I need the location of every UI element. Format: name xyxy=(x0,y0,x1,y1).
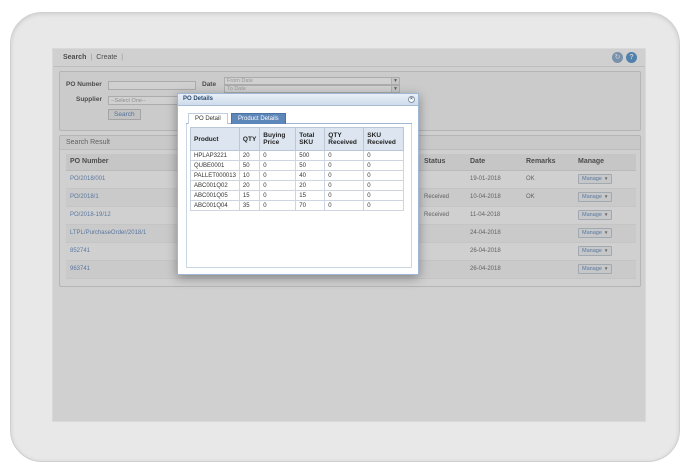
qty-cell: 15 xyxy=(238,190,261,201)
po-details-modal: PO Details × PO Detail Product Details P… xyxy=(177,93,419,275)
product-row: HPLAP3221 20 0 500 0 0 xyxy=(190,150,405,161)
total-sku-cell: 50 xyxy=(295,160,326,171)
product-table-header: Product QTY Buying Price Total SKU QTY R… xyxy=(190,127,405,151)
modal-body: PO Detail Product Details Product QTY Bu… xyxy=(186,112,412,268)
sku-received-cell: 0 xyxy=(363,150,405,161)
price-cell: 0 xyxy=(259,200,297,211)
price-cell: 0 xyxy=(259,180,297,191)
product-cell: PALLET000013 xyxy=(190,170,240,181)
price-cell: 0 xyxy=(259,150,297,161)
price-cell: 0 xyxy=(259,170,297,181)
qty-cell: 35 xyxy=(238,200,261,211)
qty-cell: 20 xyxy=(238,150,261,161)
product-cell: ABC001Q02 xyxy=(190,180,240,191)
product-row: ABC001Q04 35 0 70 0 0 xyxy=(190,200,405,211)
modal-tabs: PO Detail Product Details xyxy=(186,112,412,124)
col-buying-price: Buying Price xyxy=(259,127,297,151)
qty-received-cell: 0 xyxy=(324,160,365,171)
product-cell: HPLAP3221 xyxy=(190,150,240,161)
product-details-panel: Product QTY Buying Price Total SKU QTY R… xyxy=(186,124,412,268)
qty-received-cell: 0 xyxy=(324,170,365,181)
total-sku-cell: 15 xyxy=(295,190,326,201)
product-row: PALLET000013 10 0 40 0 0 xyxy=(190,170,405,181)
total-sku-cell: 40 xyxy=(295,170,326,181)
product-row: QUBE0001 50 0 50 0 0 xyxy=(190,160,405,171)
qty-received-cell: 0 xyxy=(324,200,365,211)
col-sku-received: SKU Received xyxy=(363,127,405,151)
qty-received-cell: 0 xyxy=(324,180,365,191)
total-sku-cell: 500 xyxy=(295,150,326,161)
product-table: Product QTY Buying Price Total SKU QTY R… xyxy=(190,127,405,211)
col-qty-received: QTY Received xyxy=(324,127,365,151)
tab-po-detail[interactable]: PO Detail xyxy=(188,113,228,124)
price-cell: 0 xyxy=(259,190,297,201)
product-cell: ABC001Q05 xyxy=(190,190,240,201)
sku-received-cell: 0 xyxy=(363,200,405,211)
col-total-sku: Total SKU xyxy=(295,127,326,151)
sku-received-cell: 0 xyxy=(363,170,405,181)
qty-cell: 10 xyxy=(238,170,261,181)
total-sku-cell: 20 xyxy=(295,180,326,191)
close-icon[interactable]: × xyxy=(408,96,415,103)
product-row: ABC001Q05 15 0 15 0 0 xyxy=(190,190,405,201)
product-row: ABC001Q02 20 0 20 0 0 xyxy=(190,180,405,191)
modal-title-bar[interactable]: PO Details × xyxy=(178,94,418,106)
sku-received-cell: 0 xyxy=(363,190,405,201)
qty-cell: 20 xyxy=(238,180,261,191)
col-product: Product xyxy=(190,127,240,151)
qty-received-cell: 0 xyxy=(324,190,365,201)
modal-title: PO Details xyxy=(183,96,214,102)
total-sku-cell: 70 xyxy=(295,200,326,211)
sku-received-cell: 0 xyxy=(363,180,405,191)
col-qty: QTY xyxy=(238,127,261,151)
qty-received-cell: 0 xyxy=(324,150,365,161)
product-cell: ABC001Q04 xyxy=(190,200,240,211)
price-cell: 0 xyxy=(259,160,297,171)
tab-product-details[interactable]: Product Details xyxy=(231,113,286,124)
sku-received-cell: 0 xyxy=(363,160,405,171)
product-cell: QUBE0001 xyxy=(190,160,240,171)
qty-cell: 50 xyxy=(238,160,261,171)
